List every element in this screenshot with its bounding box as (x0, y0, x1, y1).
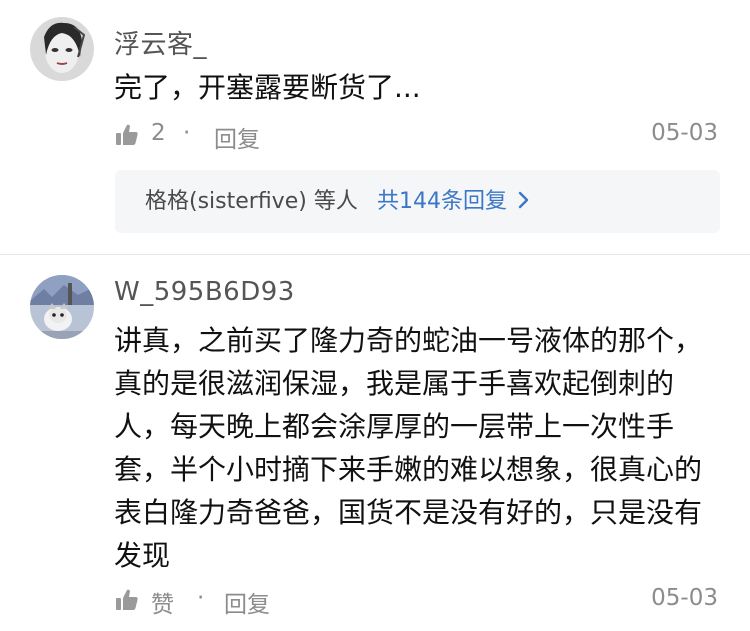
comment-text: 讲真，之前买了隆力奇的蛇油一号液体的那个， 真的是很滋润保湿，我是属于手喜欢起倒… (114, 324, 703, 572)
comment-actions: 2 · 回复 05-03 (115, 117, 718, 157)
thumbs-up-icon[interactable] (115, 123, 139, 147)
comment-item: W_595B6D93 讲真，之前买了隆力奇的蛇油一号液体的那个， 真的是很滋润保… (0, 255, 750, 631)
comment-date: 05-03 (651, 585, 718, 611)
view-replies-link[interactable]: 共144条回复 (377, 170, 530, 234)
comment-text: 完了，开塞露要断货了... (114, 71, 421, 104)
replies-who: 格格(sisterfive) 等人 (145, 189, 358, 214)
comment-actions: 赞 · 回复 05-03 (115, 582, 718, 622)
comment-item: 浮云客_ 完了，开塞露要断货了... 2 · 回复 05-03 格格(siste… (0, 0, 750, 250)
separator-dot: · (183, 120, 191, 146)
comment-date: 05-03 (651, 120, 718, 146)
thumbs-up-icon[interactable] (115, 588, 139, 612)
view-replies-label: 共144条回复 (377, 189, 507, 214)
reply-button[interactable]: 回复 (224, 585, 270, 619)
separator-dot: · (197, 585, 205, 611)
username[interactable]: 浮云客_ (114, 24, 207, 61)
like-button-label[interactable]: 赞 (151, 585, 174, 619)
avatar[interactable] (30, 17, 94, 81)
like-count[interactable]: 2 (151, 120, 166, 146)
chevron-right-icon (518, 171, 530, 234)
reply-button[interactable]: 回复 (214, 120, 260, 154)
replies-summary[interactable]: 格格(sisterfive) 等人 共144条回复 (115, 170, 720, 233)
avatar[interactable] (30, 275, 94, 339)
username[interactable]: W_595B6D93 (114, 277, 295, 307)
